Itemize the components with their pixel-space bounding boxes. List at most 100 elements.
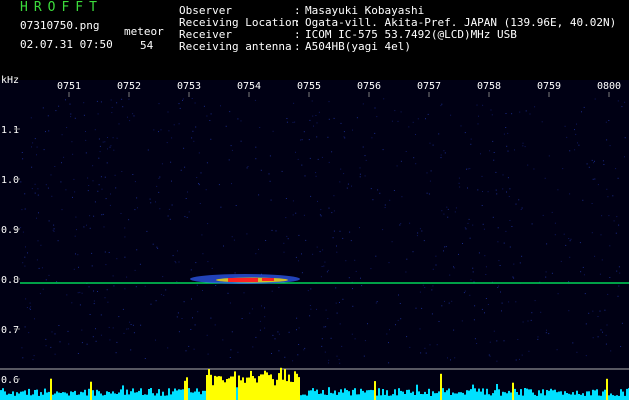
noise-dot bbox=[336, 355, 338, 357]
echo-hot bbox=[228, 278, 258, 282]
meteor-count: 54 bbox=[140, 39, 154, 52]
noise-dot bbox=[327, 269, 329, 271]
noise-dot bbox=[444, 300, 445, 302]
noise-bar bbox=[356, 394, 358, 400]
noise-dot bbox=[605, 343, 607, 345]
noise-dot bbox=[66, 127, 68, 128]
noise-bar bbox=[564, 391, 566, 400]
noise-bar bbox=[36, 389, 38, 400]
noise-dot bbox=[113, 285, 115, 287]
noise-dot bbox=[515, 301, 517, 303]
noise-dot bbox=[29, 308, 31, 310]
noise-dot bbox=[522, 321, 524, 323]
noise-dot bbox=[569, 193, 571, 195]
noise-dot bbox=[476, 343, 478, 344]
noise-dot bbox=[331, 151, 333, 153]
noise-dot bbox=[406, 258, 408, 260]
noise-dot bbox=[472, 271, 474, 273]
noise-dot bbox=[618, 266, 620, 268]
noise-dot bbox=[305, 239, 307, 241]
noise-bar bbox=[120, 389, 122, 400]
noise-dot bbox=[22, 262, 24, 264]
noise-dot bbox=[29, 302, 31, 304]
noise-dot bbox=[508, 301, 510, 303]
meteor-label: meteor bbox=[124, 25, 164, 38]
noise-dot bbox=[79, 304, 81, 306]
noise-dot bbox=[312, 115, 314, 117]
noise-dot bbox=[240, 120, 242, 122]
noise-dot bbox=[61, 209, 63, 211]
noise-bar bbox=[450, 395, 452, 400]
noise-dot bbox=[501, 310, 502, 312]
noise-dot bbox=[275, 230, 277, 232]
noise-dot bbox=[412, 251, 414, 253]
noise-bar bbox=[408, 389, 410, 400]
noise-bar bbox=[488, 394, 490, 400]
noise-dot bbox=[496, 360, 498, 362]
noise-bar bbox=[214, 375, 216, 400]
noise-dot bbox=[307, 290, 309, 292]
noise-bar bbox=[280, 367, 282, 400]
noise-bar bbox=[536, 395, 538, 400]
noise-dot bbox=[229, 111, 231, 113]
noise-dot bbox=[354, 259, 356, 261]
noise-dot bbox=[177, 312, 179, 314]
noise-dot bbox=[524, 146, 526, 148]
noise-bar bbox=[160, 395, 162, 400]
noise-dot bbox=[22, 357, 24, 359]
noise-dot bbox=[606, 324, 608, 326]
noise-dot bbox=[92, 165, 94, 167]
noise-bar bbox=[16, 392, 18, 400]
noise-dot bbox=[316, 136, 318, 138]
app-title: HROFFT bbox=[20, 0, 103, 15]
noise-bar bbox=[376, 395, 378, 400]
noise-dot bbox=[77, 292, 79, 294]
noise-dot bbox=[521, 207, 523, 209]
noise-dot bbox=[100, 101, 102, 103]
noise-dot bbox=[400, 318, 402, 320]
noise-dot bbox=[575, 133, 577, 135]
noise-dot bbox=[111, 106, 113, 108]
noise-dot bbox=[315, 172, 317, 174]
noise-dot bbox=[25, 246, 26, 248]
noise-dot bbox=[135, 286, 137, 288]
noise-dot bbox=[507, 132, 509, 134]
noise-bar bbox=[390, 395, 392, 400]
noise-dot bbox=[621, 106, 623, 108]
noise-dot bbox=[112, 275, 114, 277]
noise-dot bbox=[474, 338, 476, 340]
noise-dot bbox=[304, 175, 306, 177]
noise-dot bbox=[400, 111, 402, 113]
noise-dot bbox=[101, 214, 103, 216]
noise-dot bbox=[443, 250, 444, 252]
noise-bar bbox=[398, 388, 400, 400]
noise-dot bbox=[548, 155, 550, 157]
noise-dot bbox=[296, 317, 298, 319]
time-tick-label: 0757 bbox=[417, 81, 441, 92]
noise-dot bbox=[264, 316, 266, 318]
noise-dot bbox=[340, 122, 342, 124]
noise-dot bbox=[30, 306, 32, 308]
noise-dot bbox=[274, 338, 276, 340]
noise-dot bbox=[193, 348, 195, 350]
noise-dot bbox=[564, 125, 566, 127]
noise-dot bbox=[470, 279, 472, 281]
noise-bar bbox=[456, 393, 458, 400]
noise-bar bbox=[598, 395, 600, 400]
noise-bar bbox=[242, 377, 244, 400]
noise-dot bbox=[198, 152, 200, 154]
noise-dot bbox=[105, 198, 107, 200]
noise-bar bbox=[286, 381, 288, 400]
noise-bar bbox=[502, 391, 504, 400]
noise-dot bbox=[126, 328, 128, 330]
noise-dot bbox=[286, 235, 288, 237]
noise-bar bbox=[392, 394, 394, 400]
noise-bar bbox=[468, 390, 470, 400]
noise-dot bbox=[265, 240, 267, 241]
noise-dot bbox=[388, 362, 390, 364]
noise-bar bbox=[52, 394, 54, 400]
noise-bar bbox=[18, 393, 20, 400]
noise-dot bbox=[441, 103, 443, 105]
noise-dot bbox=[485, 266, 487, 268]
noise-bar bbox=[86, 395, 88, 400]
